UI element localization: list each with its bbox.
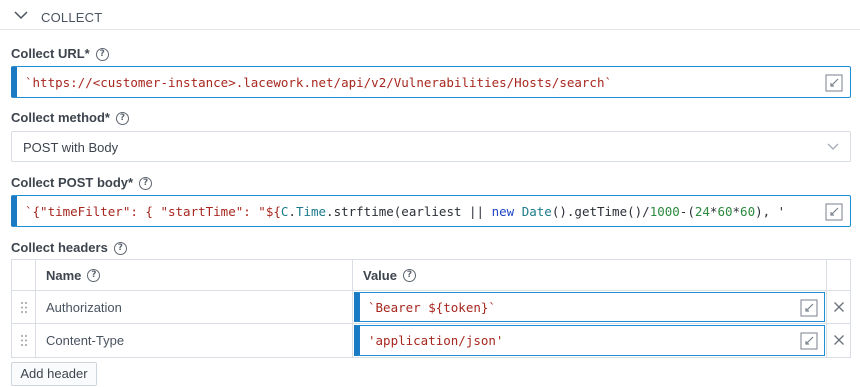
header-name: Content-Type: [46, 333, 125, 348]
help-circle-icon[interactable]: ?: [139, 176, 153, 190]
name-column-header: Name?: [36, 260, 353, 290]
code-token: Time: [295, 204, 327, 219]
chevron-down-icon[interactable]: [827, 143, 839, 151]
drag-handle-icon[interactable]: [20, 301, 28, 314]
drag-column-header: [12, 260, 36, 290]
code-token: -(: [679, 204, 695, 219]
code-token: .: [288, 204, 296, 219]
collect-post-body-input[interactable]: `{"timeFilter": { "startTime": "${C.Time…: [11, 195, 851, 227]
remove-header-cell: [827, 324, 851, 357]
header-value: 'application/json': [368, 333, 504, 348]
code-token: .strftime(earliest ||: [326, 204, 492, 219]
help-circle-icon[interactable]: ?: [113, 241, 127, 255]
drag-handle-icon[interactable]: [20, 334, 28, 347]
expand-editor-icon[interactable]: [800, 299, 818, 317]
help-circle-icon[interactable]: ?: [95, 47, 109, 61]
value-column-label: Value: [363, 268, 397, 283]
collect-method-label: Collect method* ?: [11, 110, 129, 126]
expand-editor-icon[interactable]: [825, 74, 843, 92]
close-icon[interactable]: [833, 301, 845, 313]
code-token: ().getTime()/: [551, 204, 650, 219]
collect-url-value: `https://<customer-instance>.lacework.ne…: [25, 75, 612, 90]
table-row: Content-Type 'application/json': [12, 324, 850, 357]
section-header-collect[interactable]: COLLECT: [0, 0, 860, 30]
collect-post-body-label: Collect POST body* ?: [11, 175, 153, 191]
collect-method-value: POST with Body: [23, 140, 119, 155]
header-value: `Bearer ${token}`: [368, 300, 496, 315]
header-value-input[interactable]: `Bearer ${token}`: [354, 292, 825, 322]
headers-table: Name? Value? Authorization `Bearer ${tok…: [11, 259, 851, 358]
collect-method-select[interactable]: POST with Body: [11, 131, 851, 162]
collect-url-label: Collect URL* ?: [11, 46, 109, 62]
code-token: 1000: [649, 204, 680, 219]
help-circle-icon[interactable]: ?: [115, 111, 129, 125]
table-row: Authorization `Bearer ${token}`: [12, 291, 850, 324]
code-token: new: [491, 204, 515, 219]
code-token: Date: [521, 204, 552, 219]
collect-headers-label: Collect headers ?: [11, 240, 127, 256]
help-circle-icon[interactable]: ?: [87, 269, 101, 282]
code-token: 60: [717, 204, 733, 219]
code-token: 60: [740, 204, 756, 219]
header-value-cell: 'application/json': [353, 324, 827, 357]
section-title: COLLECT: [41, 10, 103, 25]
drag-handle-cell[interactable]: [12, 324, 36, 357]
table-header-row: Name? Value?: [12, 260, 850, 291]
header-value-input[interactable]: 'application/json': [354, 325, 825, 356]
remove-header-cell: [827, 291, 851, 323]
actions-column-header: [827, 260, 851, 290]
header-name: Authorization: [46, 300, 122, 315]
header-name-cell[interactable]: Authorization: [36, 291, 353, 323]
header-value-cell: `Bearer ${token}`: [353, 291, 827, 323]
value-column-header: Value?: [353, 260, 827, 290]
header-name-cell[interactable]: Content-Type: [36, 324, 353, 357]
code-token: `{"timeFilter": { "startTime": "${: [25, 204, 281, 219]
add-header-button[interactable]: Add header: [11, 362, 97, 386]
expand-editor-icon[interactable]: [825, 203, 843, 221]
chevron-down-icon[interactable]: [14, 10, 28, 20]
collect-url-input[interactable]: `https://<customer-instance>.lacework.ne…: [11, 66, 851, 98]
close-icon[interactable]: [833, 334, 845, 346]
collect-post-body-value: `{"timeFilter": { "startTime": "${C.Time…: [25, 204, 814, 219]
drag-handle-cell[interactable]: [12, 291, 36, 323]
code-token: ), ': [755, 204, 786, 219]
code-token: *: [732, 204, 741, 219]
code-token: 24: [694, 204, 710, 219]
expand-editor-icon[interactable]: [800, 332, 818, 350]
help-circle-icon[interactable]: ?: [402, 269, 416, 282]
name-column-label: Name: [46, 268, 82, 283]
